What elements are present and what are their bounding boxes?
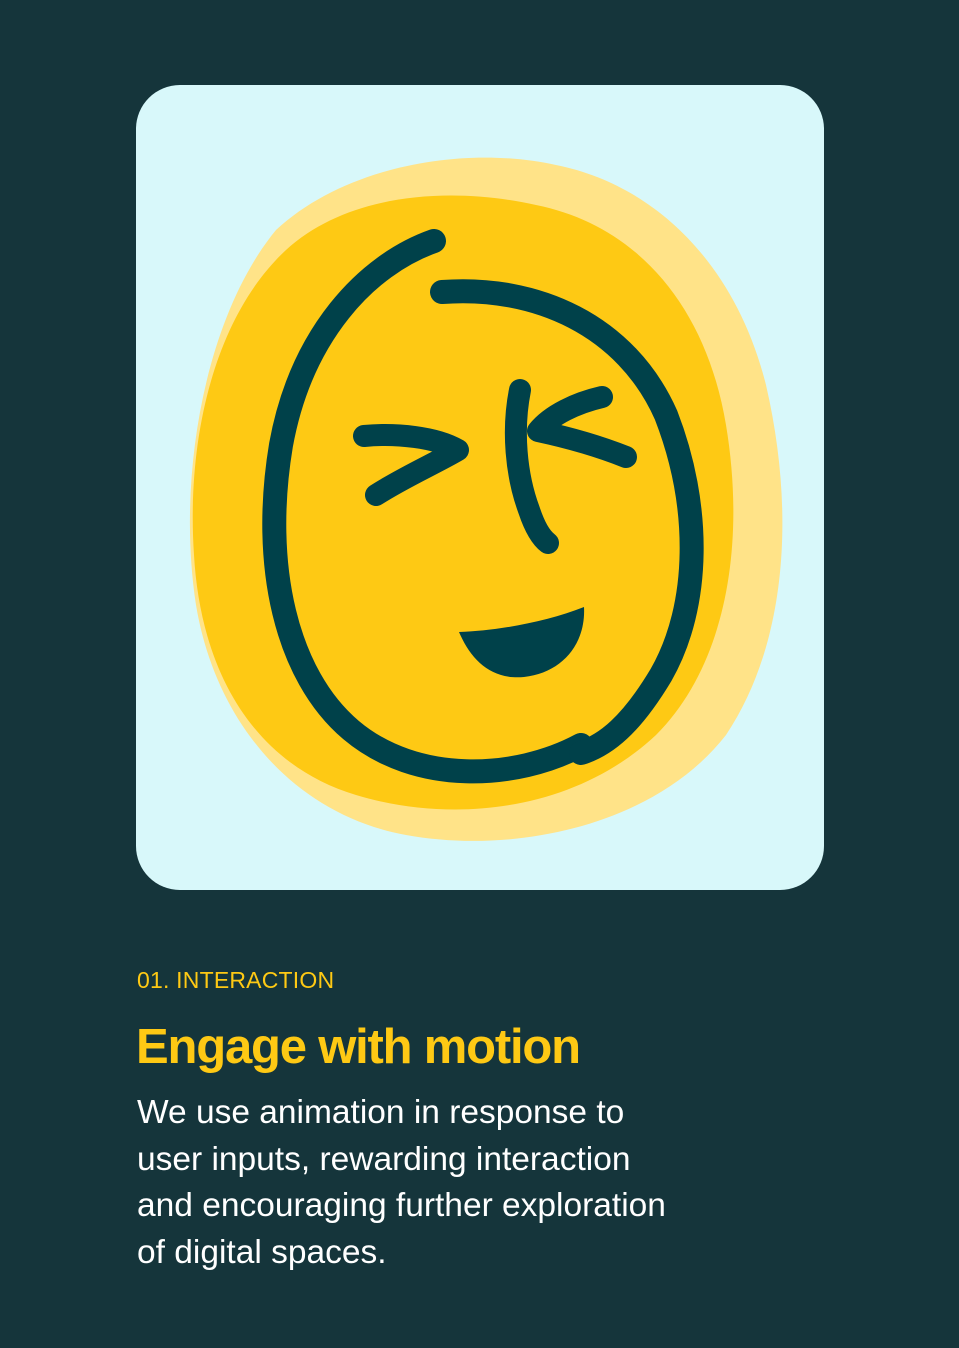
section-body: We use animation in response to user inp… [137, 1090, 857, 1276]
winking-smiley-face-icon [189, 157, 783, 841]
illustration-card [136, 85, 824, 890]
section-eyebrow: 01. INTERACTION [137, 967, 335, 993]
body-line: We use animation in response to [137, 1094, 625, 1131]
section-headline: Engage with motion [136, 1020, 581, 1074]
body-line: and encouraging further exploration [137, 1187, 666, 1224]
body-line: of digital spaces. [137, 1233, 387, 1271]
body-line: user inputs, rewarding interaction [137, 1140, 631, 1178]
page: 01. INTERACTION Engage with motion We us… [0, 0, 959, 1348]
